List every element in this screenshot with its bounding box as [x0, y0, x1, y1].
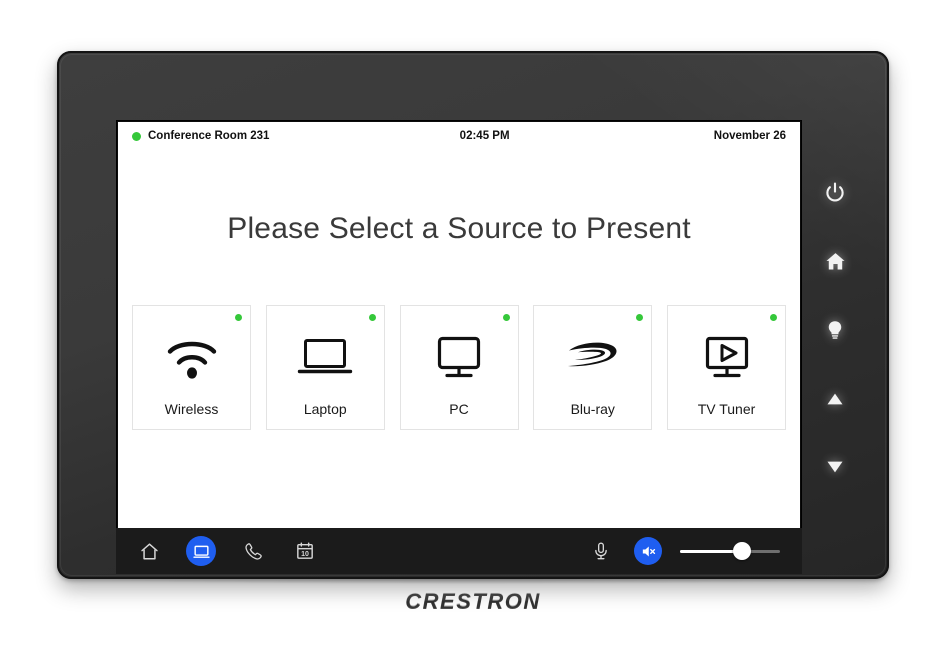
- hardware-power-button[interactable]: [813, 171, 857, 215]
- home-outline-icon: [139, 541, 160, 562]
- crestron-touch-panel: Conference Room 231 02:45 PM November 26…: [57, 51, 889, 613]
- room-status-dot-icon: [132, 131, 141, 141]
- toolbar-right-group: [586, 536, 784, 566]
- power-icon: [823, 181, 847, 205]
- source-label: Laptop: [303, 401, 347, 417]
- source-available-dot-icon: [770, 314, 777, 321]
- toolbar-home-button[interactable]: [134, 536, 164, 566]
- source-label: PC: [449, 401, 469, 417]
- room-status: Conference Room 231: [132, 130, 269, 142]
- home-icon: [824, 250, 847, 273]
- toolbar-call-button[interactable]: [238, 536, 268, 566]
- toolbar-left-group: 10: [134, 536, 320, 566]
- calendar-icon: 10: [295, 541, 315, 561]
- wifi-icon: [133, 306, 250, 402]
- source-tile-laptop[interactable]: Laptop: [265, 305, 385, 430]
- bottom-toolbar: 10: [116, 528, 802, 574]
- toolbar-speaker-mute-button[interactable]: [634, 537, 662, 565]
- source-tile-grid: Wireless Laptop PC Blu-ray TV Tuner: [132, 305, 786, 430]
- source-tile-bluray[interactable]: Blu-ray: [533, 305, 653, 430]
- source-available-dot-icon: [235, 314, 242, 321]
- microphone-icon: [591, 541, 611, 561]
- brand-logo: CRESTRON: [57, 588, 889, 614]
- source-tile-tv-tuner[interactable]: TV Tuner: [667, 305, 786, 430]
- volume-slider[interactable]: [680, 541, 780, 561]
- room-name-label: Conference Room 231: [148, 130, 270, 142]
- date-label: November 26: [713, 130, 786, 142]
- laptop-icon: [267, 306, 384, 402]
- touchscreen-display: Conference Room 231 02:45 PM November 26…: [118, 122, 800, 528]
- monitor-icon: [401, 306, 518, 402]
- display-icon: [192, 542, 211, 561]
- toolbar-present-button[interactable]: [186, 536, 216, 566]
- bluray-icon: [534, 306, 651, 402]
- toolbar-microphone-button[interactable]: [586, 536, 616, 566]
- source-available-dot-icon: [502, 314, 510, 321]
- hardware-down-button[interactable]: [813, 445, 857, 489]
- volume-slider-thumb[interactable]: [733, 542, 751, 560]
- status-bar: Conference Room 231 02:45 PM November 26: [118, 122, 800, 150]
- source-tile-pc[interactable]: PC: [399, 305, 519, 430]
- hardware-button-column: [797, 75, 873, 555]
- clock-label: 02:45 PM: [459, 130, 510, 142]
- hardware-up-button[interactable]: [813, 377, 857, 421]
- lightbulb-icon: [824, 319, 846, 341]
- source-label: TV Tuner: [697, 401, 756, 417]
- main-content: Please Select a Source to Present Wirele…: [118, 150, 800, 500]
- speaker-mute-icon: [640, 543, 657, 560]
- source-available-dot-icon: [368, 314, 376, 321]
- screenshot-root: Conference Room 231 02:45 PM November 26…: [0, 0, 945, 645]
- toolbar-calendar-button[interactable]: 10: [290, 536, 320, 566]
- tv-play-icon: [668, 306, 785, 402]
- page-title: Please Select a Source to Present: [227, 212, 691, 245]
- hardware-lights-button[interactable]: [813, 308, 857, 352]
- source-label: Blu-ray: [570, 401, 615, 417]
- source-tile-wireless[interactable]: Wireless: [132, 305, 251, 430]
- calendar-day-number: 10: [301, 551, 309, 558]
- hardware-home-button[interactable]: [813, 240, 857, 284]
- source-label: Wireless: [164, 401, 219, 417]
- triangle-up-icon: [824, 388, 846, 410]
- phone-icon: [243, 541, 264, 562]
- triangle-down-icon: [824, 456, 846, 478]
